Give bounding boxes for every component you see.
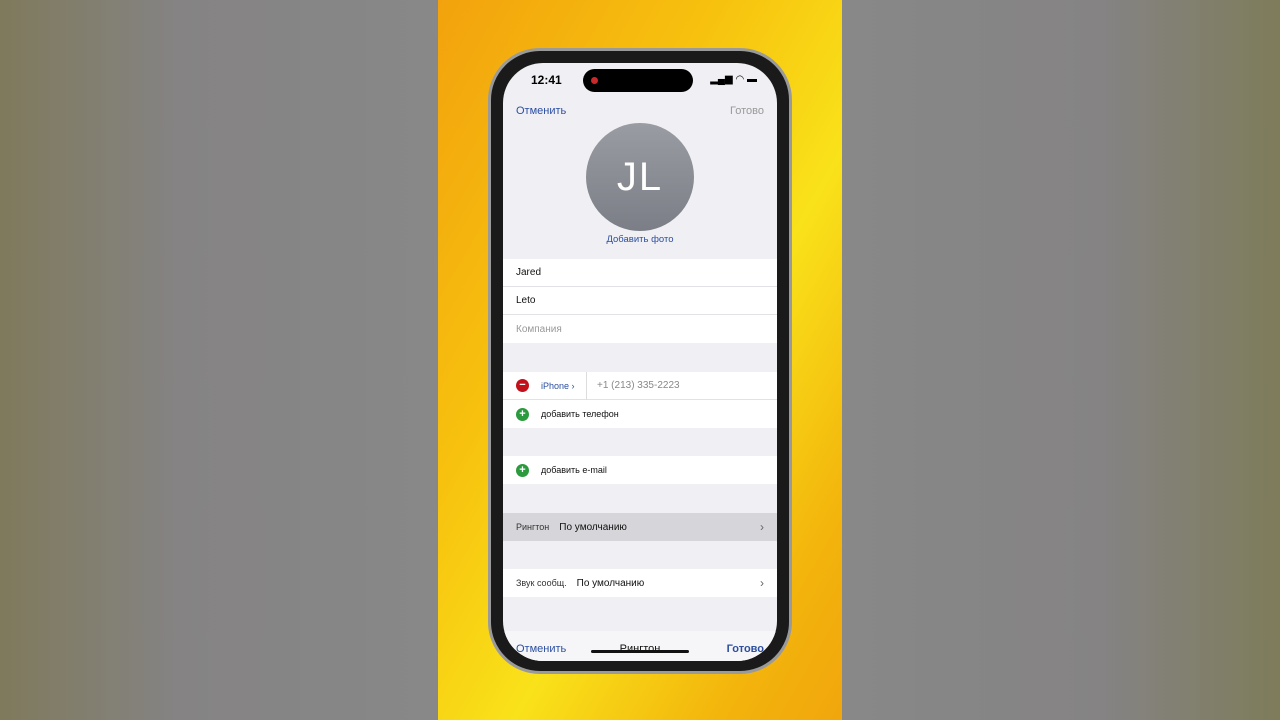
add-phone-button[interactable]: + добавить телефон bbox=[503, 400, 777, 428]
avatar[interactable]: JL bbox=[586, 123, 694, 231]
status-time: 12:41 bbox=[531, 73, 562, 87]
text-tone-value: По умолчанию bbox=[576, 577, 645, 589]
chevron-right-icon: › bbox=[571, 380, 575, 391]
signal-icon: ▂▄▆ bbox=[710, 74, 733, 85]
phone-row: − iPhone › +1 (213) 335-2223 bbox=[503, 371, 777, 400]
phone-screen: 12:41 ▂▄▆ ◠ ▬ Отменить Готово JL Добавит… bbox=[503, 63, 777, 661]
home-indicator[interactable] bbox=[591, 650, 689, 653]
bottom-bar: Отменить Рингтон Готово bbox=[503, 631, 777, 661]
text-tone-label: Звук сообщ. bbox=[516, 578, 567, 588]
first-name-field[interactable]: Jared bbox=[503, 259, 777, 287]
add-phone-label: добавить телефон bbox=[541, 409, 619, 419]
company-field[interactable]: Компания bbox=[503, 315, 777, 343]
add-email-label: добавить e-mail bbox=[541, 465, 607, 475]
bottom-done-button[interactable]: Готово bbox=[727, 643, 764, 655]
battery-icon: ▬ bbox=[747, 74, 757, 85]
wifi-icon: ◠ bbox=[735, 74, 745, 85]
done-button[interactable]: Готово bbox=[730, 105, 764, 117]
background-left bbox=[0, 0, 438, 720]
ringtone-value: По умолчанию bbox=[559, 521, 627, 533]
delete-phone-icon[interactable]: − bbox=[516, 379, 529, 392]
background-right bbox=[842, 0, 1280, 720]
company-placeholder: Компания bbox=[516, 323, 562, 335]
add-icon: + bbox=[516, 463, 529, 477]
add-email-button[interactable]: + добавить e-mail bbox=[503, 456, 777, 484]
last-name-field[interactable]: Leto bbox=[503, 287, 777, 315]
status-icons: ▂▄▆ ◠ ▬ bbox=[710, 74, 757, 85]
phone-label: iPhone bbox=[541, 380, 570, 391]
phone-label-button[interactable]: iPhone › bbox=[541, 371, 587, 400]
name-group: Jared Leto Компания bbox=[503, 259, 777, 343]
chevron-right-icon: › bbox=[760, 576, 764, 590]
first-name-value: Jared bbox=[516, 267, 542, 278]
phone-number-field[interactable]: +1 (213) 335-2223 bbox=[587, 380, 680, 391]
ringtone-label: Рингтон bbox=[516, 522, 550, 532]
cancel-button[interactable]: Отменить bbox=[516, 105, 566, 117]
last-name-value: Leto bbox=[516, 295, 536, 306]
phone-group: − iPhone › +1 (213) 335-2223 + добавить т… bbox=[503, 371, 777, 428]
dynamic-island bbox=[583, 69, 693, 92]
add-icon: + bbox=[516, 407, 529, 421]
text-tone-row[interactable]: Звук сообщ. По умолчанию › bbox=[503, 569, 777, 597]
ringtone-row[interactable]: Рингтон По умолчанию › bbox=[503, 513, 777, 541]
recording-indicator-icon bbox=[591, 77, 598, 84]
chevron-right-icon: › bbox=[760, 520, 764, 534]
email-group: + добавить e-mail bbox=[503, 456, 777, 484]
add-photo-link[interactable]: Добавить фото bbox=[503, 234, 777, 245]
